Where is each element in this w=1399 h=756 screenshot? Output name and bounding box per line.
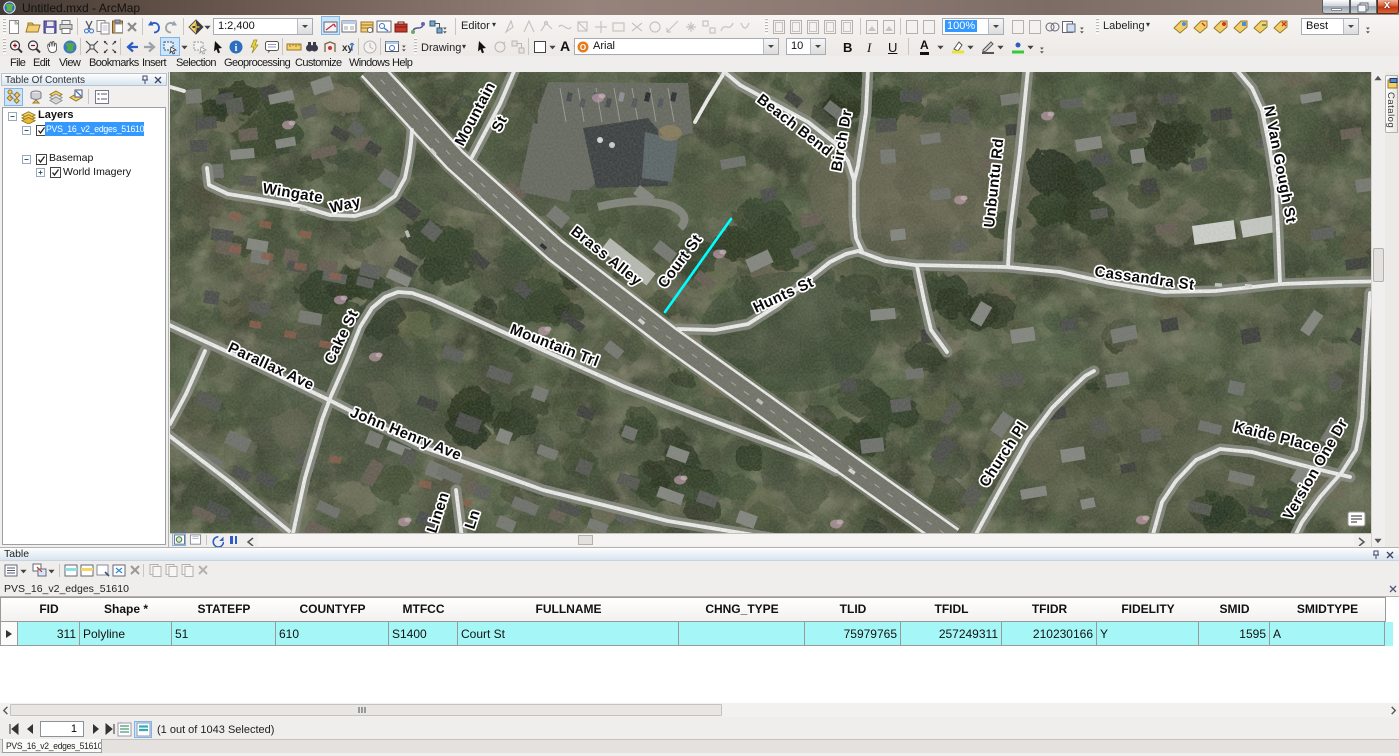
svg-text:i: i [235,43,238,54]
svg-text:O: O [580,43,586,52]
